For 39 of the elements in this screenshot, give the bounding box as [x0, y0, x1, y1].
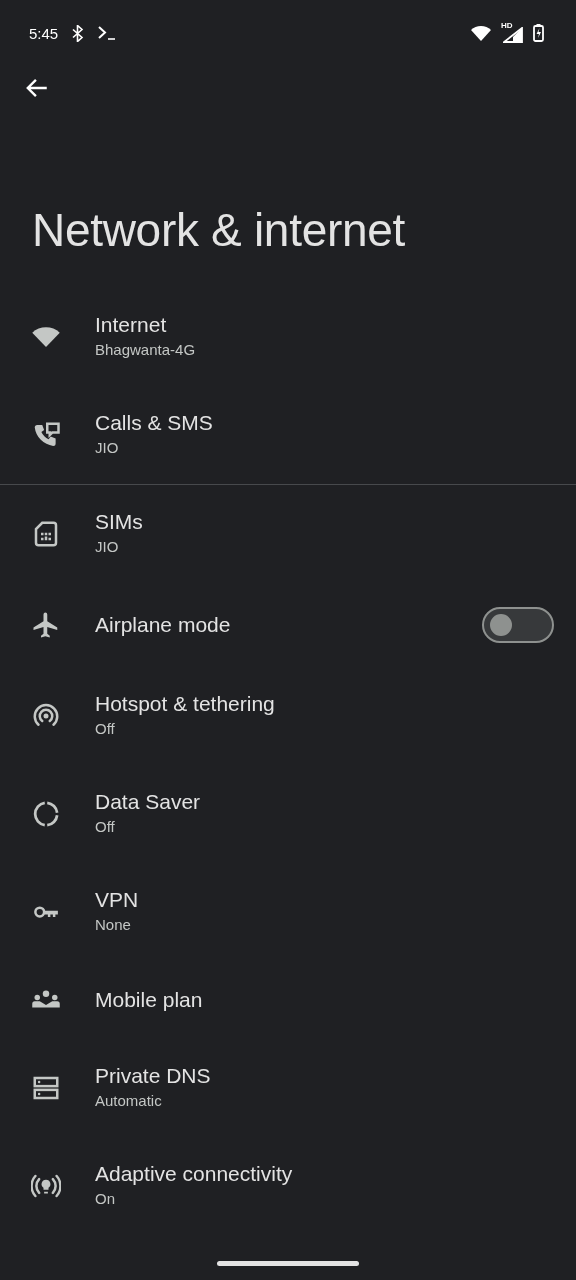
- item-title: Airplane mode: [95, 612, 232, 638]
- item-summary: Bhagwanta-4G: [95, 340, 197, 360]
- signal-icon: [503, 27, 523, 43]
- item-summary: On: [95, 1189, 116, 1209]
- item-summary: JIO: [95, 537, 120, 557]
- network-type-label: HD: [501, 21, 513, 30]
- page-title: Network & internet: [32, 203, 406, 258]
- item-title: Internet: [95, 312, 168, 338]
- item-summary: Off: [95, 719, 116, 739]
- clock-time: 5:45: [29, 24, 59, 42]
- wifi-icon: [471, 25, 491, 41]
- terminal-prompt-icon: [98, 26, 117, 40]
- settings-item[interactable]: Internet Bhagwanta-4G: [0, 288, 576, 386]
- item-title: Adaptive connectivity: [95, 1161, 294, 1187]
- data-saver-icon: [31, 799, 61, 829]
- item-title: Calls & SMS: [95, 410, 214, 436]
- settings-item[interactable]: Adaptive connectivity On: [0, 1137, 576, 1235]
- settings-item[interactable]: Private DNS Automatic: [0, 1039, 576, 1137]
- bluetooth-icon: [72, 24, 85, 42]
- settings-item[interactable]: Mobile plan: [0, 961, 576, 1039]
- item-title: VPN: [95, 887, 140, 913]
- gesture-handle[interactable]: [217, 1261, 359, 1266]
- settings-item[interactable]: Calls & SMS JIO: [0, 386, 576, 484]
- item-summary: Off: [95, 817, 116, 837]
- battery-charging-icon: [533, 24, 544, 42]
- item-summary: Automatic: [95, 1091, 163, 1111]
- item-title: Hotspot & tethering: [95, 691, 276, 717]
- item-title: Private DNS: [95, 1063, 212, 1089]
- toggle-switch[interactable]: [482, 607, 554, 643]
- settings-item[interactable]: SIMs JIO: [0, 485, 576, 583]
- item-title: Mobile plan: [95, 987, 204, 1013]
- settings-item[interactable]: Airplane mode: [0, 583, 576, 667]
- settings-item[interactable]: Data Saver Off: [0, 765, 576, 863]
- settings-item[interactable]: VPN None: [0, 863, 576, 961]
- item-title: Data Saver: [95, 789, 202, 815]
- settings-item[interactable]: Hotspot & tethering Off: [0, 667, 576, 765]
- item-title: SIMs: [95, 509, 144, 535]
- item-summary: JIO: [95, 438, 120, 458]
- item-summary: None: [95, 915, 132, 935]
